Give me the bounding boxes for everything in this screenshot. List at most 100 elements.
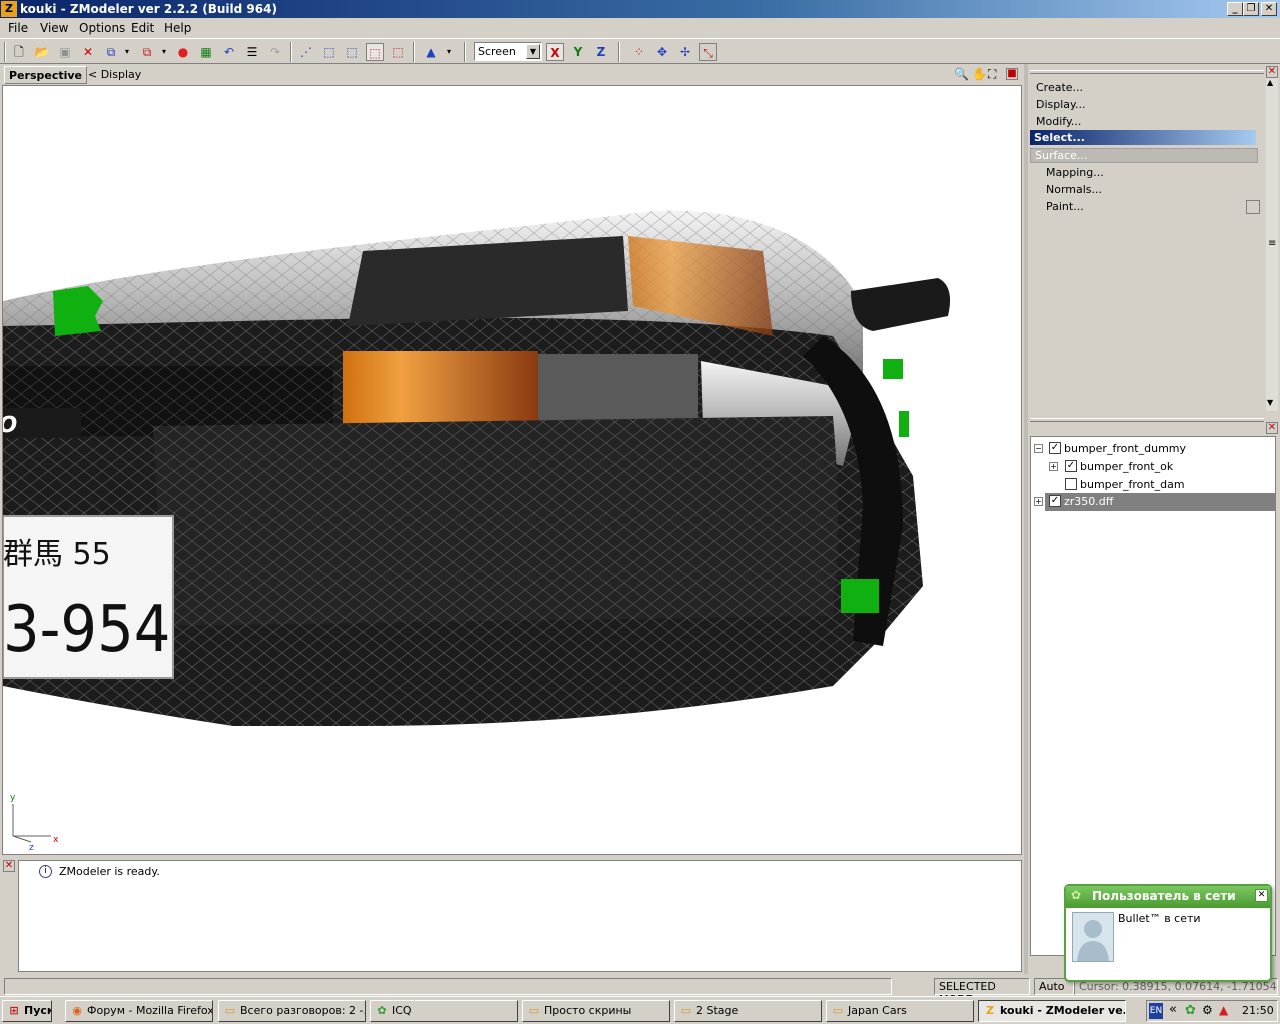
expand-icon[interactable]: + — [1034, 497, 1043, 506]
command-panel-grip — [1030, 70, 1264, 74]
helper-marker — [53, 286, 103, 336]
scroll-down-icon[interactable]: ▼ — [1267, 398, 1273, 407]
scroll-thumb-grip-icon[interactable]: ≡ — [1268, 238, 1276, 249]
task-folder-japan-cars[interactable]: ▭ Japan Cars — [826, 1000, 974, 1022]
task-chat[interactable]: ▭ Всего разговоров: 2 -... — [218, 1000, 366, 1022]
task-icq[interactable]: ✿ ICQ — [370, 1000, 518, 1022]
task-folder-2stage[interactable]: ▭ 2 Stage — [674, 1000, 822, 1022]
task-firefox[interactable]: ◉ Форум - Mozilla Firefox — [65, 1000, 213, 1022]
maximize-viewport-icon[interactable]: ⛶ — [988, 67, 996, 82]
zmodeler-icon: Z — [986, 1004, 994, 1017]
collapse-icon[interactable]: − — [1034, 444, 1043, 453]
move-icon[interactable]: ✥ — [653, 43, 671, 61]
paste-dropdown-icon[interactable]: ▾ — [155, 43, 173, 61]
vertex-mode-icon[interactable]: ⋰ — [297, 43, 315, 61]
pan-hand-icon[interactable]: ✋ — [972, 67, 987, 81]
new-file-icon[interactable]: 🗋 — [10, 43, 28, 61]
undo-icon[interactable]: ↶ — [220, 43, 238, 61]
viewport-display-menu[interactable]: < Display — [88, 68, 141, 81]
icq-tray-icon[interactable]: ✿ — [1185, 1003, 1196, 1018]
save-icon[interactable]: ▣ — [56, 43, 74, 61]
maximize-button[interactable]: ❐ — [1243, 2, 1259, 16]
select-vertices-icon[interactable]: ⁘ — [630, 43, 648, 61]
task-zmodeler[interactable]: Zkouki - ZModeler ve... — [978, 1000, 1126, 1022]
tree-row-selected[interactable]: ✓ zr350.dff — [1045, 493, 1275, 511]
chevron-down-icon[interactable]: ▼ — [526, 44, 540, 59]
close-command-panel-icon[interactable]: ✕ — [1266, 66, 1278, 78]
menu-options[interactable]: Options — [79, 21, 125, 35]
pivot-dropdown-icon[interactable]: ▾ — [440, 43, 458, 61]
delete-icon[interactable]: ✕ — [79, 43, 97, 61]
face-mode-icon[interactable]: ⬚ — [343, 43, 361, 61]
icq-notification[interactable]: ✿ Пользователь в сети ✕ Bullet™ в сети — [1064, 884, 1272, 982]
copy-dropdown-icon[interactable]: ▾ — [118, 43, 136, 61]
pivot-icon[interactable]: ▲ — [422, 43, 440, 61]
visibility-checkbox[interactable] — [1065, 478, 1077, 490]
scroll-up-icon[interactable]: ▲ — [1267, 78, 1273, 87]
normals-menu[interactable]: Normals... — [1046, 183, 1102, 196]
zoom-icon[interactable]: 🔍 — [954, 67, 969, 81]
edge-mode-icon[interactable]: ⬚ — [320, 43, 338, 61]
icq-notification-message: Bullet™ в сети — [1118, 912, 1201, 925]
clock[interactable]: 21:50 — [1242, 1004, 1274, 1017]
menu-file[interactable]: File — [8, 21, 28, 35]
expand-icon[interactable]: + — [1049, 462, 1058, 471]
redo-icon[interactable]: ↷ — [266, 43, 284, 61]
icq-flower-icon: ✿ — [377, 1004, 387, 1017]
display-menu[interactable]: Display... — [1036, 98, 1085, 111]
log-panel: i ZModeler is ready. — [18, 860, 1022, 972]
render-icon[interactable]: ▦ — [197, 43, 215, 61]
axis-z-toggle[interactable]: Z — [592, 43, 610, 61]
close-tree-panel-icon[interactable]: ✕ — [1266, 422, 1278, 434]
perspective-viewport[interactable]: UENO 群馬 55 3-954 y x z — [2, 85, 1022, 855]
visibility-checkbox[interactable]: ✓ — [1065, 460, 1077, 472]
menu-help[interactable]: Help — [164, 21, 191, 35]
close-log-panel-icon[interactable]: ✕ — [3, 860, 15, 872]
antivirus-icon[interactable]: ▲ — [1219, 1003, 1228, 1017]
properties-icon[interactable]: ☰ — [243, 43, 261, 61]
close-button[interactable]: ✕ — [1261, 2, 1277, 16]
mapping-menu[interactable]: Mapping... — [1046, 166, 1104, 179]
command-panel-scrollbar[interactable]: ▲ ≡ ▼ — [1266, 78, 1278, 411]
group-mode-icon[interactable]: ⬚ — [389, 43, 407, 61]
surface-menu[interactable]: Surface... — [1030, 148, 1258, 163]
start-button[interactable]: ⊞ Пуск — [2, 1000, 52, 1022]
zmodeler-app-icon[interactable]: Z — [1, 1, 17, 17]
task-label: ICQ — [392, 1004, 412, 1017]
close-viewport-icon[interactable]: ■ — [1006, 68, 1018, 80]
paste-icon[interactable]: ⧉ — [138, 43, 156, 61]
modify-menu[interactable]: Modify... — [1036, 115, 1081, 128]
paint-menu[interactable]: Paint... — [1046, 200, 1084, 213]
tree-row[interactable]: − ✓ bumper_front_dummy — [1031, 440, 1275, 458]
axis-x-toggle[interactable]: X — [546, 43, 564, 61]
tree-row[interactable]: + ✓ bumper_front_ok — [1031, 458, 1275, 476]
menu-view[interactable]: View — [40, 21, 68, 35]
visibility-checkbox[interactable]: ✓ — [1049, 495, 1061, 507]
create-menu[interactable]: Create... — [1036, 81, 1083, 94]
object-mode-icon[interactable]: ⬚ — [366, 43, 384, 61]
coordinate-space-select[interactable]: Screen ▼ — [474, 42, 542, 61]
menu-edit[interactable]: Edit — [131, 21, 154, 35]
network-icon[interactable]: ⚙ — [1202, 1003, 1213, 1017]
helper-marker — [899, 411, 909, 437]
select-menu[interactable]: Select... — [1030, 130, 1256, 145]
open-folder-icon[interactable]: 📂 — [33, 43, 51, 61]
paint-options-button[interactable] — [1246, 200, 1260, 214]
scale-icon[interactable]: ⤡ — [699, 43, 717, 61]
rotate-icon[interactable]: ✢ — [676, 43, 694, 61]
record-icon[interactable]: ● — [174, 43, 192, 61]
tray-expand-icon[interactable]: « — [1169, 1002, 1177, 1017]
start-label: Пуск — [24, 1004, 52, 1017]
tree-row[interactable]: bumper_front_dam — [1031, 476, 1275, 494]
task-label: Japan Cars — [848, 1004, 907, 1017]
system-tray: EN « ✿ ⚙ ▲ 21:50 — [1146, 1000, 1278, 1022]
main-toolbar: 🗋 📂 ▣ ✕ ⧉ ▾ ⧉ ▾ ● ▦ ↶ ☰ ↷ ⋰ ⬚ ⬚ ⬚ ⬚ ▲ ▾ … — [0, 38, 1280, 64]
viewport-name-tab[interactable]: Perspective — [4, 66, 88, 84]
task-folder-screens[interactable]: ▭ Просто скрины — [522, 1000, 670, 1022]
minimize-button[interactable]: _ — [1227, 2, 1243, 16]
visibility-checkbox[interactable]: ✓ — [1049, 442, 1061, 454]
close-icon[interactable]: ✕ — [1255, 889, 1268, 902]
icq-notification-title: Пользователь в сети — [1092, 889, 1236, 903]
language-indicator[interactable]: EN — [1149, 1003, 1163, 1019]
axis-y-toggle[interactable]: Y — [569, 43, 587, 61]
